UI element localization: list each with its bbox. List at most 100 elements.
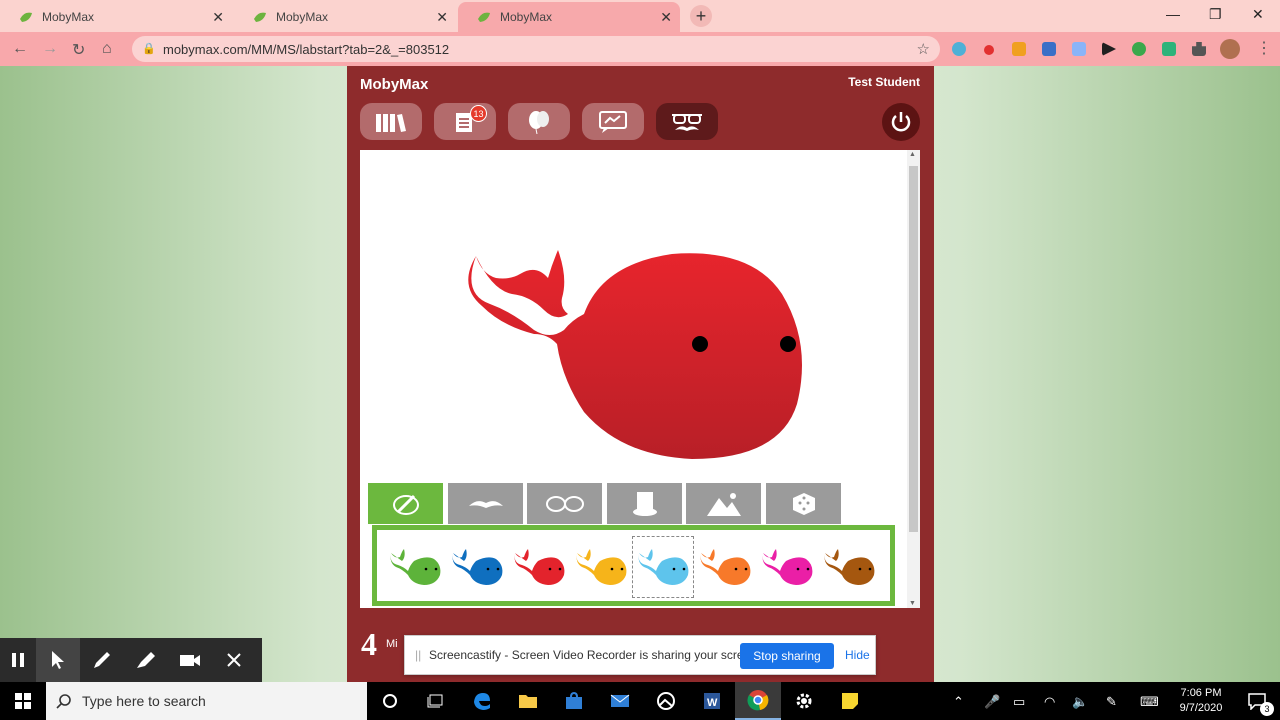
clock-date: 9/7/2020 xyxy=(1179,702,1223,714)
whale-swatch-icon xyxy=(762,549,813,585)
reload-icon[interactable]: ↻ xyxy=(72,40,85,60)
taskbar-clock[interactable]: 7:06 PM 9/7/2020 xyxy=(1168,686,1234,716)
browser-tab-active[interactable]: MobyMax ✕ xyxy=(458,2,680,32)
highlighter-tool-button[interactable] xyxy=(124,638,168,682)
store-icon xyxy=(566,692,582,709)
tab-mustache[interactable] xyxy=(448,483,523,524)
tab-close-icon[interactable]: ✕ xyxy=(436,9,448,26)
sticky-notes-button[interactable] xyxy=(827,682,873,720)
browser-tab[interactable]: MobyMax ✕ xyxy=(234,2,456,32)
cursor-icon xyxy=(52,651,64,669)
whale-swatch-icon xyxy=(452,549,503,585)
action-center-button[interactable]: 3 xyxy=(1234,682,1280,720)
tab-close-icon[interactable]: ✕ xyxy=(660,9,672,26)
scrollbar-thumb[interactable] xyxy=(909,166,918,532)
browser-menu-icon[interactable]: ⋮ xyxy=(1256,38,1272,58)
cursor-tool-button[interactable] xyxy=(36,638,80,682)
tab-random[interactable] xyxy=(766,483,841,524)
settings-button[interactable] xyxy=(781,682,827,720)
tab-hat[interactable] xyxy=(607,483,682,524)
color-swatch[interactable] xyxy=(509,537,569,597)
store-button[interactable] xyxy=(551,682,597,720)
forward-icon[interactable]: → xyxy=(42,40,58,58)
window-close-icon[interactable]: ✕ xyxy=(1252,6,1264,23)
chrome-button[interactable] xyxy=(735,682,781,720)
tab-color[interactable] xyxy=(368,483,443,524)
extension-icon[interactable] xyxy=(952,42,966,56)
start-button[interactable] xyxy=(0,682,46,720)
extension-icon[interactable] xyxy=(1042,42,1056,56)
minimize-icon[interactable]: — xyxy=(1166,6,1180,22)
notification-count: 3 xyxy=(1260,702,1274,716)
search-placeholder: Type here to search xyxy=(82,693,206,709)
logout-button[interactable] xyxy=(882,103,920,141)
wifi-icon[interactable]: ◠ xyxy=(1044,694,1055,710)
color-picker xyxy=(372,525,895,606)
task-view-button[interactable] xyxy=(413,682,459,720)
pen-tool-button[interactable] xyxy=(80,638,124,682)
profile-avatar[interactable] xyxy=(1220,39,1240,59)
word-button[interactable]: W xyxy=(689,682,735,720)
color-swatch[interactable] xyxy=(632,536,694,598)
cortana-button[interactable] xyxy=(367,682,413,720)
microphone-icon[interactable]: 🎤 xyxy=(984,694,1000,710)
volume-icon[interactable]: 🔈 xyxy=(1072,694,1088,710)
tab-close-icon[interactable]: ✕ xyxy=(212,9,224,26)
hide-link[interactable]: Hide xyxy=(845,648,870,662)
new-tab-button[interactable]: + xyxy=(690,5,712,27)
taskbar-search[interactable]: Type here to search xyxy=(46,682,367,720)
file-explorer-button[interactable] xyxy=(505,682,551,720)
stop-sharing-button[interactable]: Stop sharing xyxy=(740,643,834,669)
minutes-value: 4 xyxy=(361,626,377,662)
battery-icon[interactable]: ▭ xyxy=(1013,694,1025,710)
color-swatch[interactable] xyxy=(447,537,507,597)
video-camera-icon xyxy=(180,655,200,666)
student-name: Test Student xyxy=(848,75,920,89)
back-icon[interactable]: ← xyxy=(12,40,28,58)
photos-button[interactable] xyxy=(643,682,689,720)
extension-icon[interactable] xyxy=(1162,42,1176,56)
tab-background[interactable] xyxy=(686,483,761,524)
extension-play-icon[interactable] xyxy=(1102,42,1116,56)
show-hidden-icons[interactable]: ⌃ xyxy=(953,694,964,710)
color-swatch[interactable] xyxy=(385,537,445,597)
color-swatch[interactable] xyxy=(571,537,631,597)
address-bar[interactable]: 🔒 mobymax.com/MM/MS/labstart?tab=2&_=803… xyxy=(132,36,940,62)
browser-toolbar: ← → ↻ ⌂ 🔒 mobymax.com/MM/MS/labstart?tab… xyxy=(0,32,1280,66)
nav-library-button[interactable] xyxy=(360,103,422,140)
color-swatch[interactable] xyxy=(757,537,817,597)
close-toolbar-button[interactable] xyxy=(212,638,256,682)
home-icon[interactable]: ⌂ xyxy=(102,40,112,58)
drag-handle-icon[interactable]: || xyxy=(415,648,421,662)
highlighter-icon xyxy=(137,652,155,668)
mail-button[interactable] xyxy=(597,682,643,720)
bookmark-star-icon[interactable]: ☆ xyxy=(917,40,930,58)
restore-icon[interactable]: ❐ xyxy=(1209,6,1222,23)
nav-rewards-button[interactable] xyxy=(508,103,570,140)
extension-icon[interactable] xyxy=(1072,42,1086,56)
whale-swatch-icon xyxy=(576,549,627,585)
tab-glasses[interactable] xyxy=(527,483,602,524)
extensions-puzzle-icon[interactable] xyxy=(1192,42,1206,56)
screencastify-recording-icon[interactable] xyxy=(984,45,994,55)
edge-button[interactable] xyxy=(459,682,505,720)
extension-icon[interactable] xyxy=(1012,42,1026,56)
camera-toggle-button[interactable] xyxy=(168,638,212,682)
pen-workspace-icon[interactable]: ✎ xyxy=(1106,694,1117,710)
pause-button[interactable] xyxy=(0,638,36,682)
extension-icon[interactable] xyxy=(1132,42,1146,56)
keyboard-icon[interactable]: ⌨ xyxy=(1140,694,1159,710)
minutes-label: Mi xyxy=(386,638,398,650)
mobymax-favicon-icon xyxy=(254,12,266,22)
nav-assignments-button[interactable]: 13 xyxy=(434,103,496,140)
scroll-down-icon[interactable]: ▼ xyxy=(909,600,916,607)
color-swatch[interactable] xyxy=(695,537,755,597)
scroll-up-icon[interactable]: ▲ xyxy=(909,151,916,158)
url-text[interactable]: mobymax.com/MM/MS/labstart?tab=2&_=80351… xyxy=(163,42,449,57)
browser-tab[interactable]: MobyMax ✕ xyxy=(0,2,232,32)
mobymax-favicon-icon xyxy=(478,12,490,22)
nav-avatar-button[interactable] xyxy=(656,103,718,140)
nav-messages-button[interactable] xyxy=(582,103,644,140)
panel-scrollbar[interactable]: ▲ ▼ xyxy=(907,150,920,608)
color-swatch[interactable] xyxy=(819,537,879,597)
